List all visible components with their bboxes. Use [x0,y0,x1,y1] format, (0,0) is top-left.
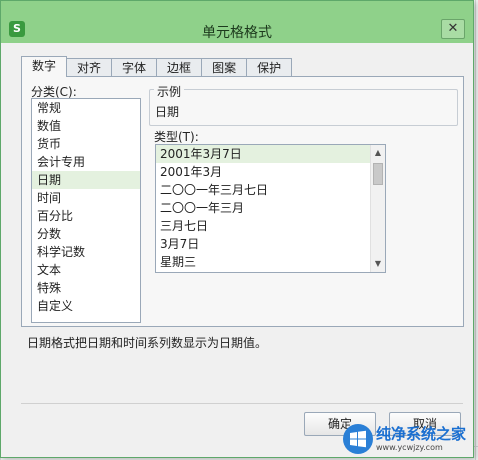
type-item[interactable]: 3月7日 [156,235,371,253]
category-item-special[interactable]: 特殊 [32,279,140,297]
category-item-general[interactable]: 常规 [32,99,140,117]
category-list[interactable]: 常规 数值 货币 会计专用 日期 时间 百分比 分数 科学记数 文本 特殊 自定… [31,98,141,323]
category-item-time[interactable]: 时间 [32,189,140,207]
watermark-url: www.ycwjzy.com [376,443,443,452]
tab-number[interactable]: 数字 [21,56,68,77]
tab-border[interactable]: 边框 [156,58,203,77]
close-button[interactable]: ✕ [441,19,465,39]
scroll-thumb[interactable] [373,163,383,185]
type-item[interactable]: 星期三 [156,253,371,271]
category-item-custom[interactable]: 自定义 [32,297,140,315]
category-item-accounting[interactable]: 会计专用 [32,153,140,171]
scroll-up-arrow-icon[interactable]: ▲ [371,146,385,160]
sample-group-box [149,89,458,126]
tab-alignment[interactable]: 对齐 [66,58,113,77]
type-item[interactable]: 2001年3月 [156,163,371,181]
type-item[interactable]: 二〇〇一年三月七日 [156,181,371,199]
category-item-currency[interactable]: 货币 [32,135,140,153]
type-list[interactable]: 2001年3月7日 2001年3月 二〇〇一年三月七日 二〇〇一年三月 三月七日… [155,144,386,273]
category-item-text[interactable]: 文本 [32,261,140,279]
category-item-number[interactable]: 数值 [32,117,140,135]
format-description: 日期格式把日期和时间系列数显示为日期值。 [27,336,268,350]
category-item-fraction[interactable]: 分数 [32,225,140,243]
type-item[interactable]: 2001年3月7日 [156,145,371,163]
sample-value: 日期 [155,105,180,119]
category-item-scientific[interactable]: 科学记数 [32,243,140,261]
tab-strip: 数字 对齐 字体 边框 图案 保护 [21,56,293,77]
dialog-title: 单元格格式 [202,25,272,41]
format-cells-dialog: S 单元格格式 ✕ 数字 对齐 字体 边框 图案 保护 分类(C): 常规 数值… [0,0,474,458]
tab-font[interactable]: 字体 [111,58,158,77]
site-watermark: 纯净系统之家 www.ycwjzy.com [342,418,478,460]
type-item[interactable]: 二〇〇一年三月 [156,199,371,217]
close-icon: ✕ [447,21,459,36]
watermark-title: 纯净系统之家 [376,425,467,443]
tab-protection[interactable]: 保护 [246,58,293,77]
title-bar: S 单元格格式 ✕ [1,1,473,43]
category-item-percentage[interactable]: 百分比 [32,207,140,225]
divider [21,403,463,404]
tab-pattern[interactable]: 图案 [201,58,248,77]
sample-label: 示例 [154,83,185,100]
type-item[interactable]: 三月七日 [156,217,371,235]
category-item-date[interactable]: 日期 [32,171,140,189]
type-label: 类型(T): [154,130,199,144]
windows-logo-icon [343,424,373,454]
scroll-down-arrow-icon[interactable]: ▼ [371,257,385,271]
type-list-scrollbar[interactable]: ▲ ▼ [370,145,385,272]
number-tab-panel: 分类(C): 常规 数值 货币 会计专用 日期 时间 百分比 分数 科学记数 文… [21,76,464,327]
